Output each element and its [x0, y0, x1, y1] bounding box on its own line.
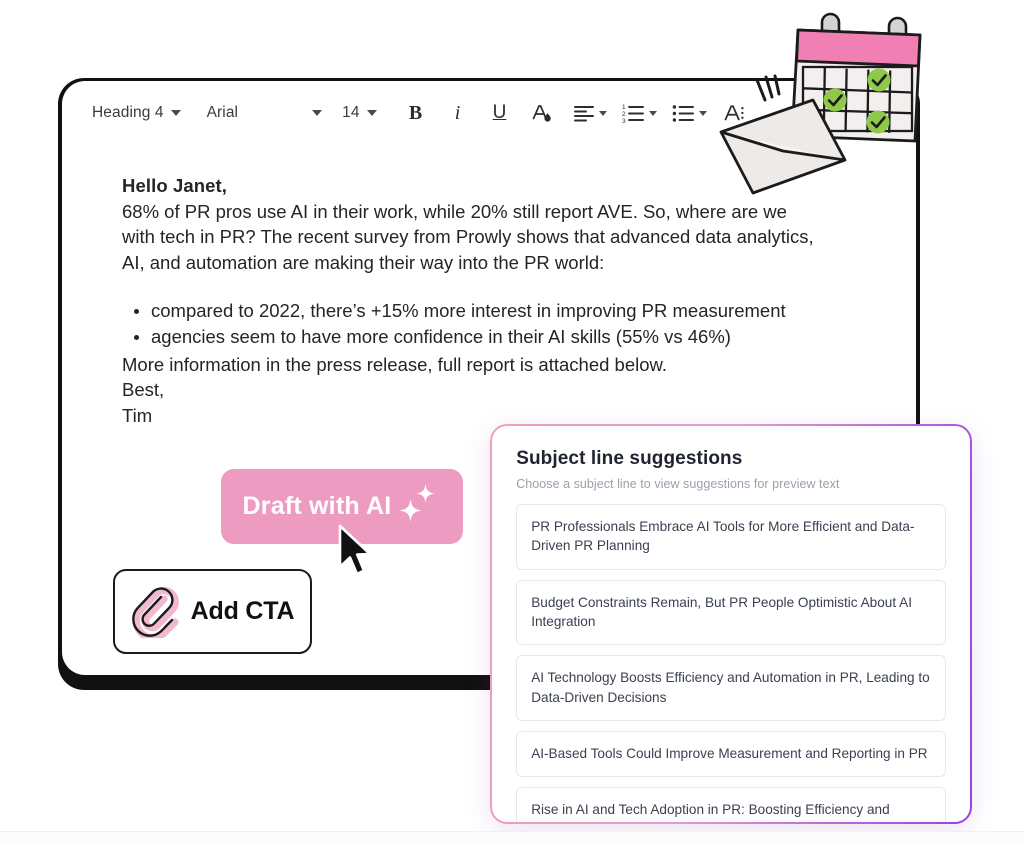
list-item[interactable]: Budget Constraints Remain, But PR People…	[516, 579, 946, 646]
list-item[interactable]: AI-Based Tools Could Improve Measurement…	[516, 730, 946, 778]
email-closing-paragraph: More information in the press release, f…	[122, 353, 668, 375]
paperclip-icon	[131, 586, 179, 638]
heading-style-dropdown[interactable]: Heading 4	[92, 104, 181, 122]
chevron-down-icon	[312, 110, 323, 116]
add-cta-button[interactable]: Add CTA	[113, 569, 312, 654]
signoff-line-1: Best,	[122, 379, 165, 401]
list-item[interactable]: Rise in AI and Tech Adoption in PR: Boos…	[516, 787, 946, 822]
text-color-button[interactable]	[521, 92, 563, 134]
email-bullet-list: compared to 2022, there’s +15% more inte…	[122, 299, 876, 350]
list-item: agencies seem to have more confidence in…	[134, 325, 876, 349]
bulleted-list-chevron-down-icon[interactable]	[698, 110, 707, 116]
list-item[interactable]: PR Professionals Embrace AI Tools for Mo…	[516, 504, 946, 570]
numbered-list-chevron-down-icon[interactable]	[648, 110, 657, 116]
panel-title: Subject line suggestions	[516, 448, 743, 470]
signoff-line-2: Tim	[122, 404, 153, 426]
italic-icon: i	[454, 101, 461, 124]
list-item[interactable]: AI Technology Boosts Efficiency and Auto…	[516, 655, 946, 721]
panel-subtitle: Choose a subject line to view suggestion…	[516, 477, 840, 492]
font-size-label: 14	[342, 104, 360, 121]
text-color-icon	[532, 105, 551, 122]
draft-with-ai-label: Draft with AI	[242, 492, 392, 520]
align-chevron-down-icon[interactable]	[598, 110, 607, 116]
align-left-icon	[573, 106, 594, 122]
bold-button[interactable]: B	[395, 92, 437, 134]
italic-button[interactable]: i	[437, 92, 479, 134]
svg-text:2: 2	[622, 111, 626, 118]
font-size-dropdown[interactable]: 14	[342, 104, 377, 122]
font-family-label: Arial	[206, 104, 239, 121]
mouse-cursor-icon	[338, 524, 372, 576]
suggestion-list: PR Professionals Embrace AI Tools for Mo…	[516, 504, 946, 822]
chevron-down-icon	[170, 110, 181, 116]
check-icon	[867, 68, 891, 92]
calendar-envelope-illustration	[719, 12, 922, 195]
subject-line-panel-body: Subject line suggestions Choose a subjec…	[492, 426, 970, 822]
svg-text:1: 1	[622, 104, 626, 111]
chevron-down-icon	[366, 110, 377, 116]
sparkle-icon	[416, 483, 436, 503]
underline-icon: U	[492, 102, 507, 123]
svg-text:3: 3	[622, 118, 626, 125]
heading-style-label: Heading 4	[92, 104, 164, 121]
subject-line-suggestions-panel: Subject line suggestions Choose a subjec…	[490, 424, 972, 824]
check-icon	[866, 110, 890, 134]
list-item: compared to 2022, there’s +15% more inte…	[134, 299, 876, 323]
email-signoff: Best, Tim	[122, 377, 876, 428]
underline-button[interactable]: U	[479, 92, 521, 134]
bulleted-list-icon	[672, 104, 694, 122]
numbered-list-icon: 1 2 3	[622, 104, 644, 125]
bold-icon: B	[408, 101, 423, 124]
page-bottom-divider	[0, 831, 1024, 844]
screen: Heading 4 Arial 14 B i U 1 2 3 Hello Jan…	[0, 0, 1024, 844]
font-family-dropdown[interactable]: Arial	[207, 104, 323, 122]
motion-lines-icon	[755, 74, 781, 102]
add-cta-label: Add CTA	[190, 597, 295, 625]
sparkles-icon	[399, 483, 441, 529]
check-icon	[823, 88, 847, 112]
